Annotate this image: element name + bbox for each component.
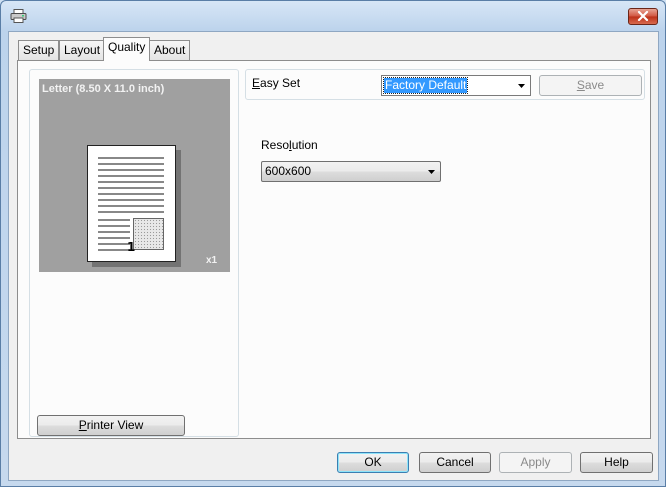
close-button[interactable]	[628, 8, 658, 25]
resolution-label-pre: Reso	[261, 138, 290, 152]
save-button[interactable]: Save	[539, 75, 642, 96]
ok-button[interactable]: OK	[337, 452, 409, 473]
tab-layout[interactable]: Layout	[59, 40, 106, 61]
text-line	[98, 231, 130, 233]
easy-set-group: Easy Set Factory Default Save	[245, 69, 645, 100]
text-line	[98, 199, 164, 201]
text-line	[98, 211, 164, 213]
resolution-value: 600x600	[265, 164, 312, 178]
resolution-label-post: ution	[291, 138, 318, 152]
tab-about[interactable]: About	[149, 40, 191, 61]
tab-quality[interactable]: Quality	[103, 37, 151, 61]
printer-properties-window: Setup Layout Quality About Letter (8.50 …	[0, 0, 666, 487]
text-line	[98, 175, 164, 177]
text-line	[98, 157, 164, 159]
text-line	[98, 187, 164, 189]
preview-page: 1	[87, 145, 176, 262]
text-line	[98, 243, 130, 245]
printer-icon	[10, 9, 27, 23]
apply-button[interactable]: Apply	[499, 452, 572, 473]
page-number: 1	[127, 240, 136, 254]
quality-tab-panel: Letter (8.50 X 11.0 inch) 1 x1 Printer V…	[17, 60, 651, 439]
cancel-button[interactable]: Cancel	[419, 452, 491, 473]
resolution-label: Resolution	[261, 138, 318, 152]
close-icon	[637, 10, 649, 24]
title-bar[interactable]	[1, 1, 665, 31]
easy-set-value: Factory Default	[382, 77, 469, 94]
help-button[interactable]: Help	[580, 452, 653, 473]
text-line	[98, 193, 164, 195]
watermark-image	[133, 218, 164, 250]
easy-set-label: Easy Set	[252, 76, 300, 90]
chevron-down-icon	[426, 165, 437, 178]
text-line	[98, 237, 130, 239]
text-line	[98, 181, 164, 183]
save-mnemonic: S	[576, 78, 585, 92]
chevron-down-icon	[516, 79, 527, 92]
text-line	[98, 163, 164, 165]
easy-set-mnemonic: E	[252, 76, 261, 90]
easy-set-dropdown[interactable]: Factory Default	[381, 75, 531, 96]
printer-view-button[interactable]: Printer View	[37, 415, 185, 436]
text-line	[98, 219, 130, 221]
preview-group: Letter (8.50 X 11.0 inch) 1 x1 Printer V…	[29, 69, 239, 437]
dialog-client-area: Setup Layout Quality About Letter (8.50 …	[8, 31, 659, 481]
printer-view-label: rinter View	[86, 418, 144, 432]
text-line	[98, 249, 130, 251]
text-line	[98, 225, 130, 227]
printer-view-mnemonic: P	[78, 418, 87, 432]
tab-setup[interactable]: Setup	[18, 40, 60, 61]
text-line	[98, 205, 164, 207]
copies-label: x1	[206, 255, 218, 266]
resolution-dropdown[interactable]: 600x600	[261, 161, 441, 182]
easy-set-label-rest: asy Set	[260, 76, 301, 90]
save-label-rest: ave	[584, 78, 605, 92]
text-line	[98, 169, 164, 171]
page-preview: Letter (8.50 X 11.0 inch) 1 x1	[39, 79, 230, 272]
paper-size-label: Letter (8.50 X 11.0 inch)	[42, 83, 165, 95]
